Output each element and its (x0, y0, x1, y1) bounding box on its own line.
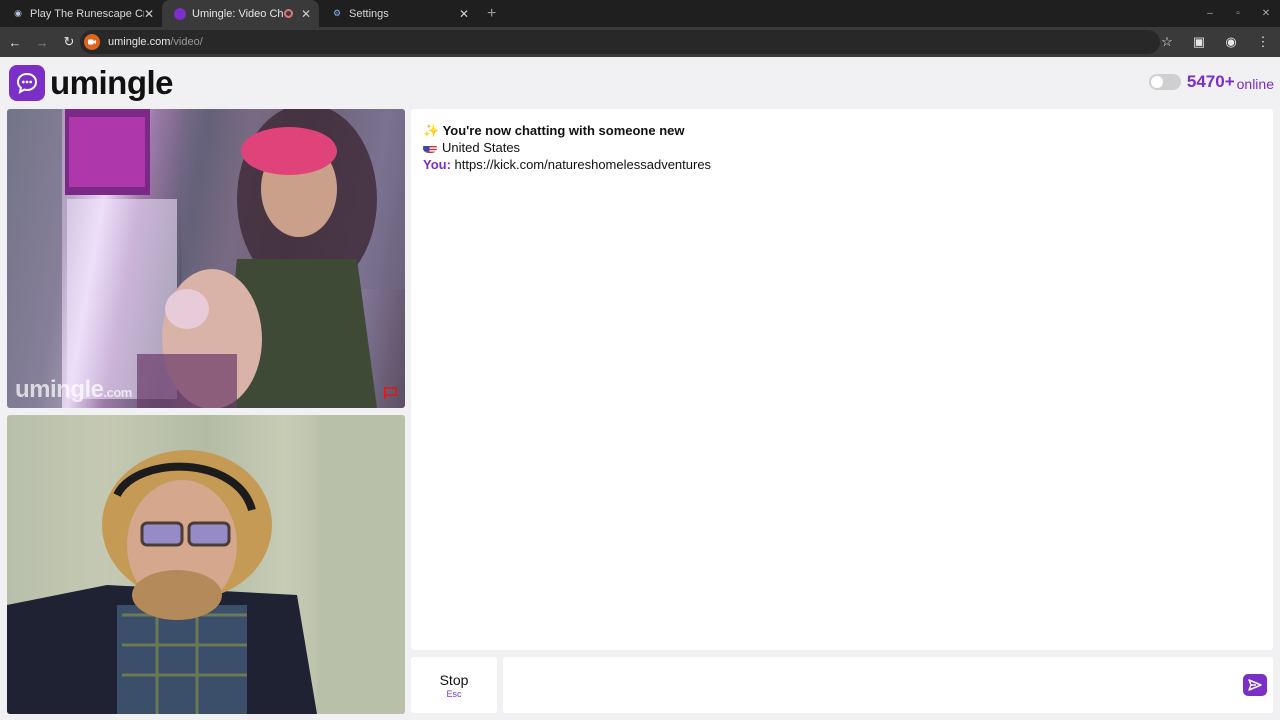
new-tab-button[interactable]: + (477, 0, 506, 27)
chat-bubble-icon (9, 65, 45, 101)
browser-tab-bar: ◉ Play The Runescape Cra ✕ Umingle: Vide… (0, 0, 1280, 27)
page: umingle 5470+ online umingle.com ✨ You'r… (0, 57, 1280, 720)
tab-title: Settings (349, 7, 389, 20)
site-logo[interactable]: umingle (9, 64, 174, 102)
chat-log: ✨ You're now chatting with someone new U… (411, 109, 1273, 650)
us-flag-icon (423, 143, 437, 153)
logo-text: umingle (50, 64, 174, 101)
send-button[interactable] (1243, 674, 1267, 696)
close-window-icon[interactable]: ✕ (1252, 0, 1280, 27)
message-text: https://kick.com/natureshomelessadventur… (454, 157, 712, 172)
stop-shortcut-hint: Esc (446, 688, 462, 699)
online-count: 5470+ (1186, 72, 1235, 91)
online-label: online (1236, 76, 1274, 92)
menu-icon[interactable]: ⋮ (1252, 31, 1274, 53)
close-tab-icon[interactable]: ✕ (144, 7, 154, 21)
stranger-country: United States (423, 139, 1261, 156)
maximize-icon[interactable]: ▫ (1224, 0, 1252, 27)
gear-icon: ⚙ (332, 8, 342, 18)
stop-label: Stop (439, 671, 469, 688)
browser-tab-runescape[interactable]: ◉ Play The Runescape Cra ✕ (0, 0, 162, 27)
close-tab-icon[interactable]: ✕ (459, 7, 469, 21)
country-name: United States (442, 140, 521, 155)
chat-intro-text: You're now chatting with someone new (442, 123, 685, 138)
tab-title: Play The Runescape Cra (30, 7, 144, 20)
url-text: umingle.com/video/ (108, 36, 203, 48)
browser-toolbar: ← → ↻ umingle.com/video/ ☆ ▣ ◉ ⋮ (0, 27, 1280, 57)
side-panel-icon[interactable]: ▣ (1188, 31, 1210, 53)
window-controls: – ▫ ✕ (1196, 0, 1280, 27)
report-flag-icon[interactable] (383, 386, 399, 400)
forward-icon[interactable]: → (30, 30, 54, 54)
close-tab-icon[interactable]: ✕ (301, 7, 311, 21)
chat-intro: ✨ You're now chatting with someone new (423, 122, 1261, 139)
tab-title: Umingle: Video Chat (192, 7, 284, 20)
recording-icon (283, 9, 293, 18)
stop-button[interactable]: Stop Esc (411, 657, 497, 713)
theme-toggle[interactable] (1148, 74, 1181, 90)
site-info-icon[interactable] (84, 34, 100, 50)
sparkles-icon: ✨ (423, 123, 440, 138)
profile-icon[interactable]: ◉ (1220, 31, 1242, 53)
umingle-watermark: umingle.com (15, 376, 132, 403)
bookmark-star-icon[interactable]: ☆ (1156, 31, 1178, 53)
chat-message: You: https://kick.com/natureshomelessadv… (423, 156, 1261, 173)
umingle-icon (174, 7, 186, 20)
message-sender: You: (423, 157, 451, 172)
online-status: 5470+ online (1148, 72, 1274, 92)
browser-tab-settings[interactable]: ⚙ Settings ✕ (319, 0, 477, 27)
address-bar[interactable]: umingle.com/video/ (80, 30, 1160, 54)
runescape-icon: ◉ (14, 8, 22, 18)
message-input[interactable] (503, 657, 1223, 711)
stranger-video: umingle.com (7, 109, 405, 408)
stranger-video-frame (7, 109, 405, 408)
reload-icon[interactable]: ↻ (57, 30, 81, 54)
message-box (503, 657, 1273, 713)
self-video (7, 415, 405, 714)
browser-tab-umingle[interactable]: Umingle: Video Chat ✕ (162, 0, 319, 27)
send-icon (1248, 679, 1262, 691)
self-video-frame (7, 415, 405, 714)
back-icon[interactable]: ← (3, 30, 27, 54)
minimize-icon[interactable]: – (1196, 0, 1224, 27)
